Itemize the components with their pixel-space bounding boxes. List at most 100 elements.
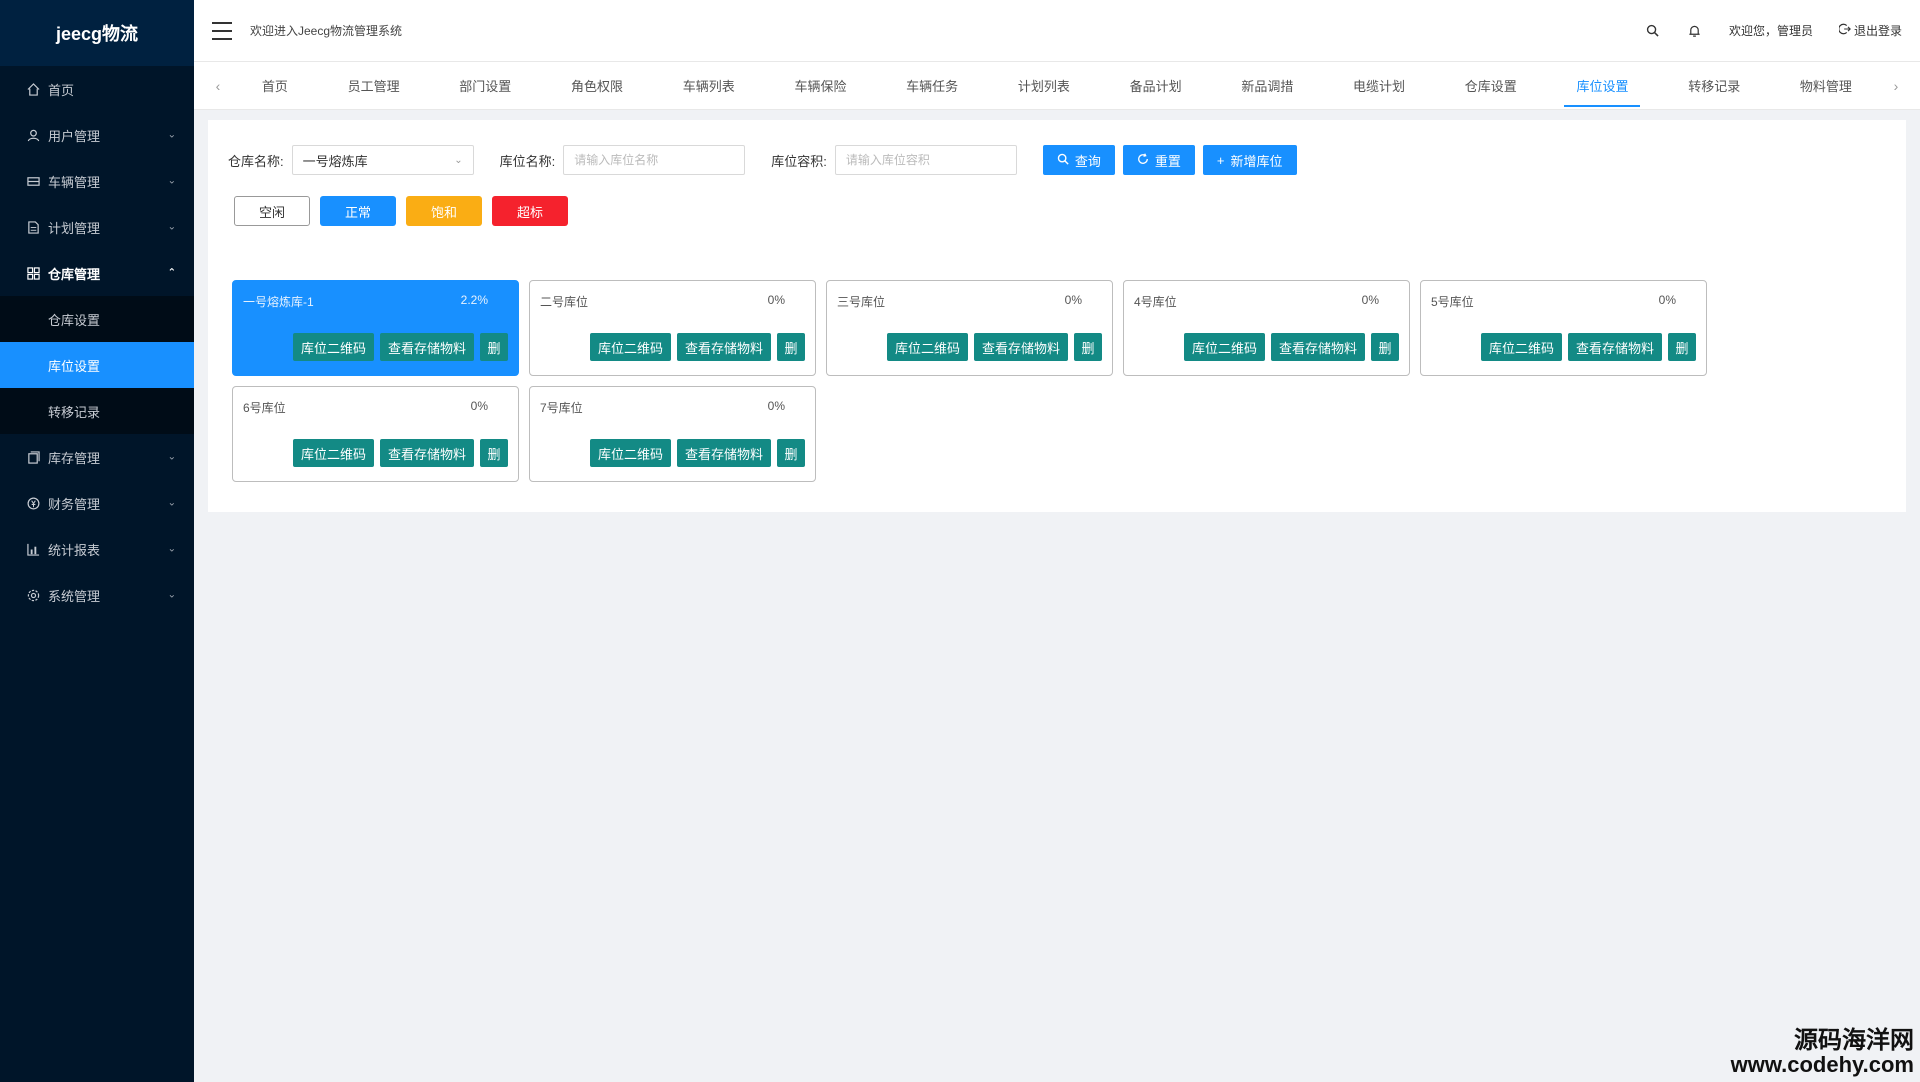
- tab-warehouse-settings[interactable]: 仓库设置: [1453, 62, 1529, 109]
- tab-spare-plan[interactable]: 备品计划: [1118, 62, 1194, 109]
- tab-new-items[interactable]: 新品调措: [1229, 62, 1305, 109]
- tab-transfer-records[interactable]: 转移记录: [1676, 62, 1752, 109]
- add-location-button[interactable]: + 新增库位: [1202, 145, 1297, 175]
- tabs-prev-icon[interactable]: ‹: [204, 78, 232, 94]
- delete-button[interactable]: 删: [1371, 333, 1399, 361]
- delete-button[interactable]: 删: [1668, 333, 1696, 361]
- sidebar-item-home[interactable]: 首页: [0, 66, 194, 112]
- location-card[interactable]: 7号库位 0% 库位二维码 查看存储物料 删: [529, 386, 816, 482]
- chevron-down-icon: ⌄: [167, 543, 176, 555]
- location-usage: 0%: [1658, 293, 1676, 307]
- delete-button[interactable]: 删: [480, 439, 508, 467]
- tab-location-settings[interactable]: 库位设置: [1564, 62, 1641, 109]
- tab-vehicle-insurance[interactable]: 车辆保险: [782, 62, 858, 109]
- tab-plan-list[interactable]: 计划列表: [1006, 62, 1082, 109]
- qr-code-button[interactable]: 库位二维码: [292, 439, 374, 467]
- bell-icon[interactable]: [1687, 23, 1703, 39]
- tab-vehicle-tasks[interactable]: 车辆任务: [894, 62, 970, 109]
- location-name: 5号库位: [1431, 295, 1474, 309]
- qr-code-button[interactable]: 库位二维码: [589, 333, 671, 361]
- query-button[interactable]: 查询: [1042, 145, 1115, 175]
- sidebar-item-plans[interactable]: 计划管理 ⌄: [0, 204, 194, 250]
- location-name: 二号库位: [540, 295, 589, 309]
- user-greeting[interactable]: 欢迎您，管理员: [1729, 22, 1813, 39]
- legend-over[interactable]: 超标: [492, 196, 568, 226]
- tabs-next-icon[interactable]: ›: [1882, 78, 1910, 94]
- sidebar-subitem-location-settings[interactable]: 库位设置: [0, 342, 194, 388]
- location-card[interactable]: 4号库位 0% 库位二维码 查看存储物料 删: [1123, 280, 1410, 376]
- sidebar: jeecg物流 首页 用户管理 ⌄ 车辆管理 ⌄ 计划管理 ⌄ 仓库管理 ⌃ 仓…: [0, 0, 194, 1082]
- location-name: 一号熔炼库-1: [243, 295, 314, 309]
- location-usage: 0%: [470, 399, 488, 413]
- chart-icon: [26, 542, 40, 556]
- qr-code-button[interactable]: 库位二维码: [886, 333, 968, 361]
- warehouse-label: 仓库名称:: [228, 153, 284, 169]
- tab-cable-plan[interactable]: 电缆计划: [1341, 62, 1417, 109]
- location-label: 库位名称:: [499, 153, 556, 169]
- delete-button[interactable]: 删: [1074, 333, 1102, 361]
- sidebar-subitem-transfer-records[interactable]: 转移记录: [0, 388, 194, 434]
- sidebar-item-label: 首页: [48, 82, 75, 98]
- query-label: 查询: [1074, 153, 1101, 169]
- search-icon: [1057, 153, 1069, 168]
- menu-toggle-icon[interactable]: [212, 21, 232, 40]
- location-name: 7号库位: [540, 401, 583, 415]
- sidebar-item-reports[interactable]: 统计报表 ⌄: [0, 526, 194, 572]
- delete-button[interactable]: 删: [777, 439, 805, 467]
- legend-normal[interactable]: 正常: [320, 196, 396, 226]
- tab-materials[interactable]: 物料管理: [1788, 62, 1864, 109]
- location-usage: 0%: [1064, 293, 1082, 307]
- sidebar-item-label: 库存管理: [48, 450, 101, 466]
- tab-staff[interactable]: 员工管理: [336, 62, 412, 109]
- qr-code-button[interactable]: 库位二维码: [589, 439, 671, 467]
- warehouse-select[interactable]: 一号熔炼库 ⌄: [291, 145, 474, 175]
- refresh-icon: [1137, 152, 1149, 168]
- qr-code-button[interactable]: 库位二维码: [1480, 333, 1562, 361]
- capacity-input[interactable]: [834, 145, 1017, 175]
- location-name-input[interactable]: [563, 145, 746, 175]
- watermark-line1: 源码海洋网: [1794, 1026, 1914, 1054]
- logout-label: 退出登录: [1853, 24, 1902, 38]
- location-card[interactable]: 5号库位 0% 库位二维码 查看存储物料 删: [1420, 280, 1707, 376]
- view-materials-button[interactable]: 查看存储物料: [379, 333, 474, 361]
- location-card[interactable]: 二号库位 0% 库位二维码 查看存储物料 删: [529, 280, 816, 376]
- location-usage: 0%: [767, 399, 785, 413]
- tab-home[interactable]: 首页: [250, 62, 300, 109]
- legend-idle[interactable]: 空闲: [234, 196, 310, 226]
- legend-full[interactable]: 饱和: [406, 196, 482, 226]
- tab-vehicle-list[interactable]: 车辆列表: [671, 62, 747, 109]
- reset-button[interactable]: 重置: [1122, 145, 1195, 175]
- view-materials-button[interactable]: 查看存储物料: [1567, 333, 1662, 361]
- view-materials-button[interactable]: 查看存储物料: [676, 439, 771, 467]
- sidebar-subitem-warehouse-settings[interactable]: 仓库设置: [0, 296, 194, 342]
- chevron-down-icon: ⌄: [454, 154, 463, 166]
- sidebar-item-users[interactable]: 用户管理 ⌄: [0, 112, 194, 158]
- app-logo[interactable]: jeecg物流: [0, 0, 194, 66]
- chevron-down-icon: ⌄: [167, 497, 176, 509]
- view-materials-button[interactable]: 查看存储物料: [676, 333, 771, 361]
- location-card[interactable]: 一号熔炼库-1 2.2% 库位二维码 查看存储物料 删: [232, 280, 519, 376]
- delete-button[interactable]: 删: [777, 333, 805, 361]
- sidebar-item-label: 统计报表: [48, 542, 101, 558]
- chevron-down-icon: ⌄: [167, 129, 176, 141]
- sidebar-item-system[interactable]: 系统管理 ⌄: [0, 572, 194, 618]
- sidebar-item-warehouse[interactable]: 仓库管理 ⌃: [0, 250, 194, 296]
- tab-roles[interactable]: 角色权限: [559, 62, 635, 109]
- qr-code-button[interactable]: 库位二维码: [1183, 333, 1265, 361]
- site-watermark: 源码海洋网 www.codehy.com: [1731, 1028, 1914, 1076]
- tab-departments[interactable]: 部门设置: [447, 62, 523, 109]
- location-card[interactable]: 6号库位 0% 库位二维码 查看存储物料 删: [232, 386, 519, 482]
- view-materials-button[interactable]: 查看存储物料: [973, 333, 1068, 361]
- sidebar-item-vehicles[interactable]: 车辆管理 ⌄: [0, 158, 194, 204]
- search-icon[interactable]: [1645, 23, 1661, 39]
- sidebar-item-inventory[interactable]: 库存管理 ⌄: [0, 434, 194, 480]
- qr-code-button[interactable]: 库位二维码: [292, 333, 374, 361]
- view-materials-button[interactable]: 查看存储物料: [1270, 333, 1365, 361]
- location-usage: 0%: [767, 293, 785, 307]
- logout-button[interactable]: 退出登录: [1838, 22, 1902, 39]
- chevron-up-icon: ⌃: [167, 267, 176, 279]
- sidebar-item-finance[interactable]: 财务管理 ⌄: [0, 480, 194, 526]
- view-materials-button[interactable]: 查看存储物料: [379, 439, 474, 467]
- delete-button[interactable]: 删: [480, 333, 508, 361]
- location-card[interactable]: 三号库位 0% 库位二维码 查看存储物料 删: [826, 280, 1113, 376]
